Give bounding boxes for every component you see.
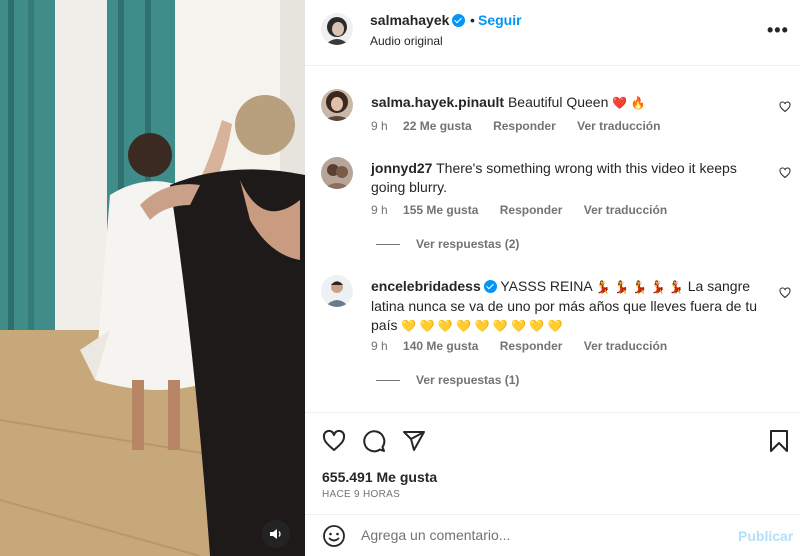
- verified-badge-icon: [483, 280, 497, 293]
- comment-body: jonnyd27 There's something wrong with th…: [371, 159, 761, 197]
- video-frame: [0, 0, 305, 556]
- comment-likes[interactable]: 22 Me gusta: [403, 119, 472, 133]
- commenter-username[interactable]: encelebridadess: [371, 278, 481, 294]
- commenter-username[interactable]: jonnyd27: [371, 160, 432, 176]
- comment-meta: 9 h 140 Me gusta Responder Ver traducció…: [371, 339, 685, 353]
- paper-plane-icon[interactable]: [402, 429, 426, 453]
- commenter-avatar[interactable]: [321, 275, 353, 307]
- bookmark-icon[interactable]: [768, 429, 790, 453]
- post-video[interactable]: [0, 0, 305, 556]
- translate-button[interactable]: Ver traducción: [584, 339, 667, 353]
- avatar-image: [321, 157, 353, 189]
- comment-meta: 9 h 22 Me gusta Responder Ver traducción: [371, 119, 678, 133]
- comment-likes[interactable]: 155 Me gusta: [403, 203, 478, 217]
- view-replies-button[interactable]: Ver respuestas (2): [376, 237, 519, 251]
- translate-button[interactable]: Ver traducción: [584, 203, 667, 217]
- comment-input[interactable]: [361, 527, 711, 543]
- more-options-icon[interactable]: •••: [767, 20, 789, 41]
- reply-button[interactable]: Responder: [493, 119, 556, 133]
- comments-list[interactable]: salma.hayek.pinault Beautiful Queen ❤️ 🔥…: [305, 67, 800, 412]
- post-timestamp[interactable]: HACE 9 HORAS: [322, 489, 400, 500]
- comment-meta: 9 h 155 Me gusta Responder Ver traducció…: [371, 203, 685, 217]
- comment-icon[interactable]: [362, 429, 386, 453]
- publish-button[interactable]: Publicar: [738, 528, 793, 544]
- commenter-username[interactable]: salma.hayek.pinault: [371, 94, 504, 110]
- comment-time[interactable]: 9 h: [371, 203, 388, 217]
- commenter-avatar[interactable]: [321, 89, 353, 121]
- view-replies-button[interactable]: Ver respuestas (1): [376, 373, 519, 387]
- verified-badge-icon: [452, 14, 466, 27]
- likes-count[interactable]: 655.491 Me gusta: [322, 469, 437, 485]
- post-actions: 655.491 Me gusta HACE 9 HORAS: [305, 412, 800, 522]
- reply-button[interactable]: Responder: [500, 339, 563, 353]
- speaker-icon: [270, 529, 281, 539]
- comment-time[interactable]: 9 h: [371, 339, 388, 353]
- avatar-image: [321, 275, 353, 307]
- author-username-text[interactable]: salmahayek: [370, 12, 449, 28]
- post-details-panel: salmahayek • Seguir Audio original ••• s…: [305, 0, 800, 556]
- post-header: salmahayek • Seguir Audio original •••: [305, 0, 800, 66]
- comment-emojis-2: 💛 💛 💛 💛 💛 💛 💛 💛 💛: [401, 319, 563, 333]
- audio-toggle-button[interactable]: [262, 520, 290, 548]
- follow-button[interactable]: Seguir: [478, 12, 522, 28]
- commenter-avatar[interactable]: [321, 157, 353, 189]
- comment-composer: Publicar: [305, 514, 800, 556]
- comment-emojis-1: 💃 💃 💃 💃 💃: [595, 280, 684, 294]
- comment-like-heart-icon[interactable]: [779, 101, 791, 113]
- reply-button[interactable]: Responder: [500, 203, 563, 217]
- comment-likes[interactable]: 140 Me gusta: [403, 339, 478, 353]
- smiley-icon[interactable]: [322, 524, 346, 548]
- comment-text: Beautiful Queen: [507, 94, 609, 110]
- comment-like-heart-icon[interactable]: [779, 287, 791, 299]
- avatar-image: [321, 89, 353, 121]
- avatar-image: [321, 13, 353, 45]
- author-avatar[interactable]: [321, 13, 353, 45]
- comment-like-heart-icon[interactable]: [779, 167, 791, 179]
- separator-dot: •: [470, 12, 475, 28]
- author-username[interactable]: salmahayek: [370, 12, 466, 28]
- comment-emojis: ❤️ 🔥: [612, 96, 646, 110]
- comment-body: salma.hayek.pinault Beautiful Queen ❤️ 🔥: [371, 93, 761, 113]
- audio-label[interactable]: Audio original: [370, 34, 443, 48]
- comment-text-part1: YASSS REINA: [500, 278, 592, 294]
- comment-time[interactable]: 9 h: [371, 119, 388, 133]
- translate-button[interactable]: Ver traducción: [577, 119, 660, 133]
- heart-icon[interactable]: [322, 429, 346, 453]
- comment-body: encelebridadess YASSS REINA 💃 💃 💃 💃 💃 La…: [371, 277, 761, 336]
